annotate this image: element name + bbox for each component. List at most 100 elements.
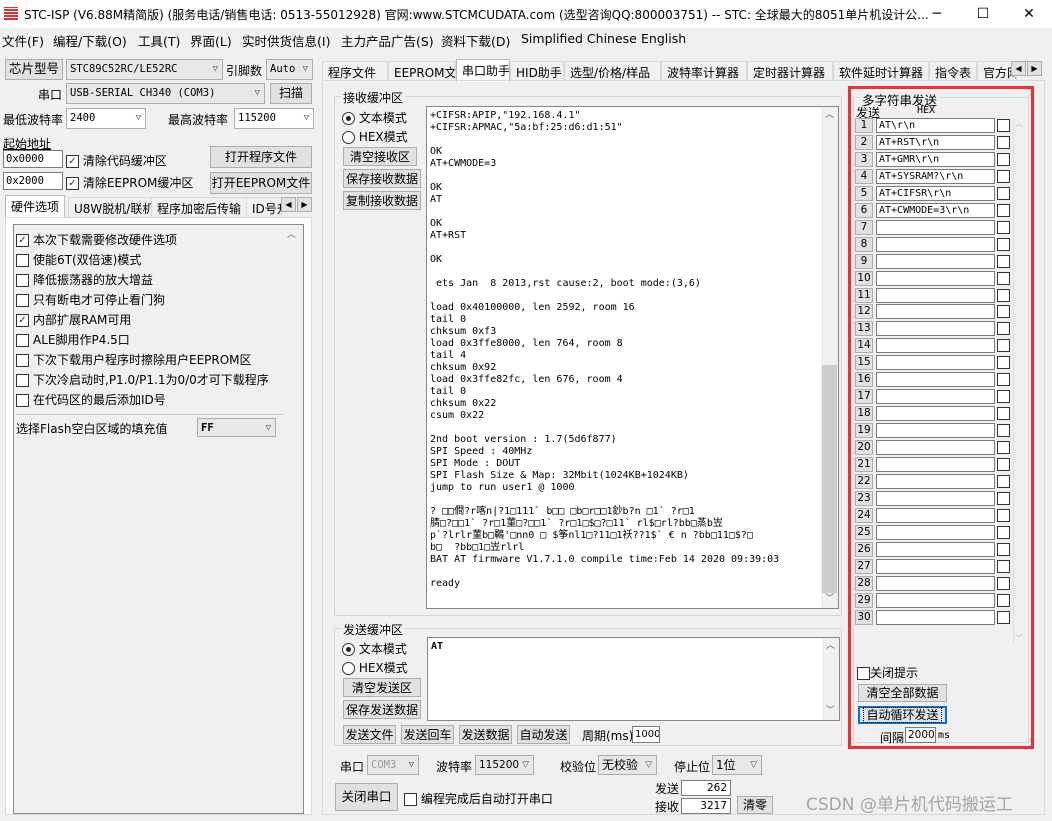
tab-id[interactable]: ID号升 [246,197,282,217]
tab-7[interactable]: 软件延时计算器 [833,61,929,81]
main-tab-scroll-right-icon[interactable]: ▶ [1027,61,1042,76]
receive-text-mode-radio[interactable]: 文本模式 [342,109,407,126]
string-input[interactable] [876,575,995,591]
string-input[interactable] [876,219,995,235]
hardware-option-checkbox[interactable]: ALE脚用作P4.5口 [16,331,130,348]
hex-checkbox[interactable] [997,237,1010,251]
hex-checkbox[interactable] [997,356,1010,370]
send-row-button[interactable]: 15 [855,355,873,371]
hex-checkbox[interactable] [997,119,1010,132]
string-input[interactable] [876,490,995,506]
tab-4[interactable]: 选型/价格/样品 [564,61,661,81]
send-row-button[interactable]: 22 [855,473,873,489]
string-input[interactable] [876,304,995,320]
receive-scrollbar[interactable]: ︿ ﹀ [821,107,838,608]
hex-checkbox[interactable] [997,458,1010,471]
hardware-option-checkbox[interactable]: 使能6T(双倍速)模式 [16,251,141,268]
hex-checkbox[interactable] [997,305,1010,319]
hex-checkbox[interactable] [997,474,1010,488]
hex-checkbox[interactable] [997,407,1010,421]
close-window-button[interactable]: ✕ [1006,0,1052,28]
serial-port-select[interactable]: COM3 ▽ [367,755,419,775]
hex-checkbox[interactable] [997,491,1010,505]
auto-send-button[interactable]: 自动发送 [517,725,570,744]
string-input[interactable]: AT+GMR\r\n [876,151,995,167]
parity-select[interactable]: 无校验 ▽ [598,755,657,775]
maximize-button[interactable]: ☐ [960,0,1006,28]
send-row-button[interactable]: 25 [855,524,873,540]
max-baud-select[interactable]: 115200 ▽ [234,108,314,129]
hex-checkbox[interactable] [997,525,1010,539]
tab-0[interactable]: 程序文件 [322,61,388,81]
hex-checkbox[interactable] [997,203,1010,217]
send-row-button[interactable]: 30 [855,609,873,625]
send-row-button[interactable]: 14 [855,338,873,354]
send-row-button[interactable]: 4 [855,168,873,184]
string-input[interactable] [876,541,995,557]
string-input[interactable]: AT\r\n [876,118,995,133]
send-hex-mode-radio[interactable]: HEX模式 [342,659,408,676]
hardware-option-checkbox[interactable]: 下次下载用户程序时擦除用户EEPROM区 [16,351,252,368]
copy-receive-button[interactable]: 复制接收数据 [343,191,421,210]
send-row-button[interactable]: 26 [855,541,873,557]
scroll-down-icon[interactable]: ﹀ [821,591,838,608]
send-row-button[interactable]: 11 [855,287,873,303]
menu-tools[interactable]: 工具(T) [138,31,180,50]
eeprom-address-input[interactable]: 0x2000 [3,172,63,190]
chip-model-select[interactable]: STC89C52RC/LE52RC ▽ [66,59,223,80]
hex-checkbox[interactable] [997,441,1010,455]
string-input[interactable] [876,389,995,405]
send-row-button[interactable]: 24 [855,507,873,523]
stop-bits-select[interactable]: 1位 ▽ [712,755,762,775]
minimize-button[interactable]: ─ [914,0,960,28]
hardware-option-checkbox[interactable]: 降低振荡器的放大增益 [16,271,153,288]
close-port-button[interactable]: 关闭串口 [335,783,398,811]
close-hint-checkbox[interactable]: 关闭提示 [857,664,918,681]
scroll-up-icon[interactable]: ︿ [283,227,300,244]
send-row-button[interactable]: 10 [855,270,873,286]
hex-checkbox[interactable] [997,220,1010,234]
hex-checkbox[interactable] [997,508,1010,522]
clear-send-button[interactable]: 清空发送区 [343,678,421,697]
hardware-option-checkbox[interactable]: 在代码区的最后添加ID号 [16,391,166,408]
scroll-down-icon[interactable]: ﹀ [1015,633,1023,644]
tab-encrypt[interactable]: 程序加密后传输 [151,197,248,217]
interval-input[interactable]: 2000 [905,727,936,743]
clear-receive-button[interactable]: 清空接收区 [343,147,417,166]
menu-interface[interactable]: 界面(L) [190,31,232,50]
port-select[interactable]: USB-SERIAL CH340 (COM3) ▽ [66,83,265,104]
send-row-button[interactable]: 21 [855,457,873,472]
fill-value-select[interactable]: FF ▽ [197,418,276,437]
menu-simplified-chinese[interactable]: Simplified Chinese [521,31,637,46]
hex-checkbox[interactable] [997,254,1010,268]
hex-checkbox[interactable] [997,559,1010,573]
send-row-button[interactable]: 13 [855,321,873,337]
menu-file[interactable]: 文件(F) [2,31,44,50]
string-input[interactable]: AT+CWMODE=3\r\n [876,202,995,218]
hex-checkbox[interactable] [997,593,1010,607]
period-input[interactable]: 1000 [632,726,660,743]
scroll-up-icon[interactable]: ︿ [821,107,838,124]
string-input[interactable] [876,372,995,388]
options-scrollbar[interactable]: ︿ [283,227,300,412]
scroll-down-icon[interactable]: ﹀ [822,703,839,720]
clear-eeprom-buffer-checkbox[interactable]: ✓ 清除EEPROM缓冲区 [66,174,193,191]
string-input[interactable]: AT+RST\r\n [876,134,995,150]
menu-products[interactable]: 主力产品广告(S) [341,31,434,50]
string-input[interactable] [876,524,995,540]
start-address-input[interactable]: 0x0000 [3,150,63,168]
send-row-button[interactable]: 1 [855,118,873,133]
tab-u8w[interactable]: U8W脱机/联机 [68,197,161,217]
string-input[interactable] [876,253,995,269]
send-textarea[interactable]: AT ︿ ﹀ [427,637,840,721]
string-input[interactable] [876,507,995,523]
tab-6[interactable]: 定时器计算器 [747,61,833,81]
open-eeprom-file-button[interactable]: 打开EEPROM文件 [210,172,312,194]
scan-button[interactable]: 扫描 [270,83,312,104]
tab-scroll-right-icon[interactable]: ▶ [297,197,312,212]
string-input[interactable] [876,457,995,472]
send-file-button[interactable]: 发送文件 [343,725,396,744]
string-input[interactable] [876,270,995,286]
auto-loop-send-button[interactable]: 自动循环发送 [858,706,947,724]
hex-checkbox[interactable] [997,135,1010,149]
